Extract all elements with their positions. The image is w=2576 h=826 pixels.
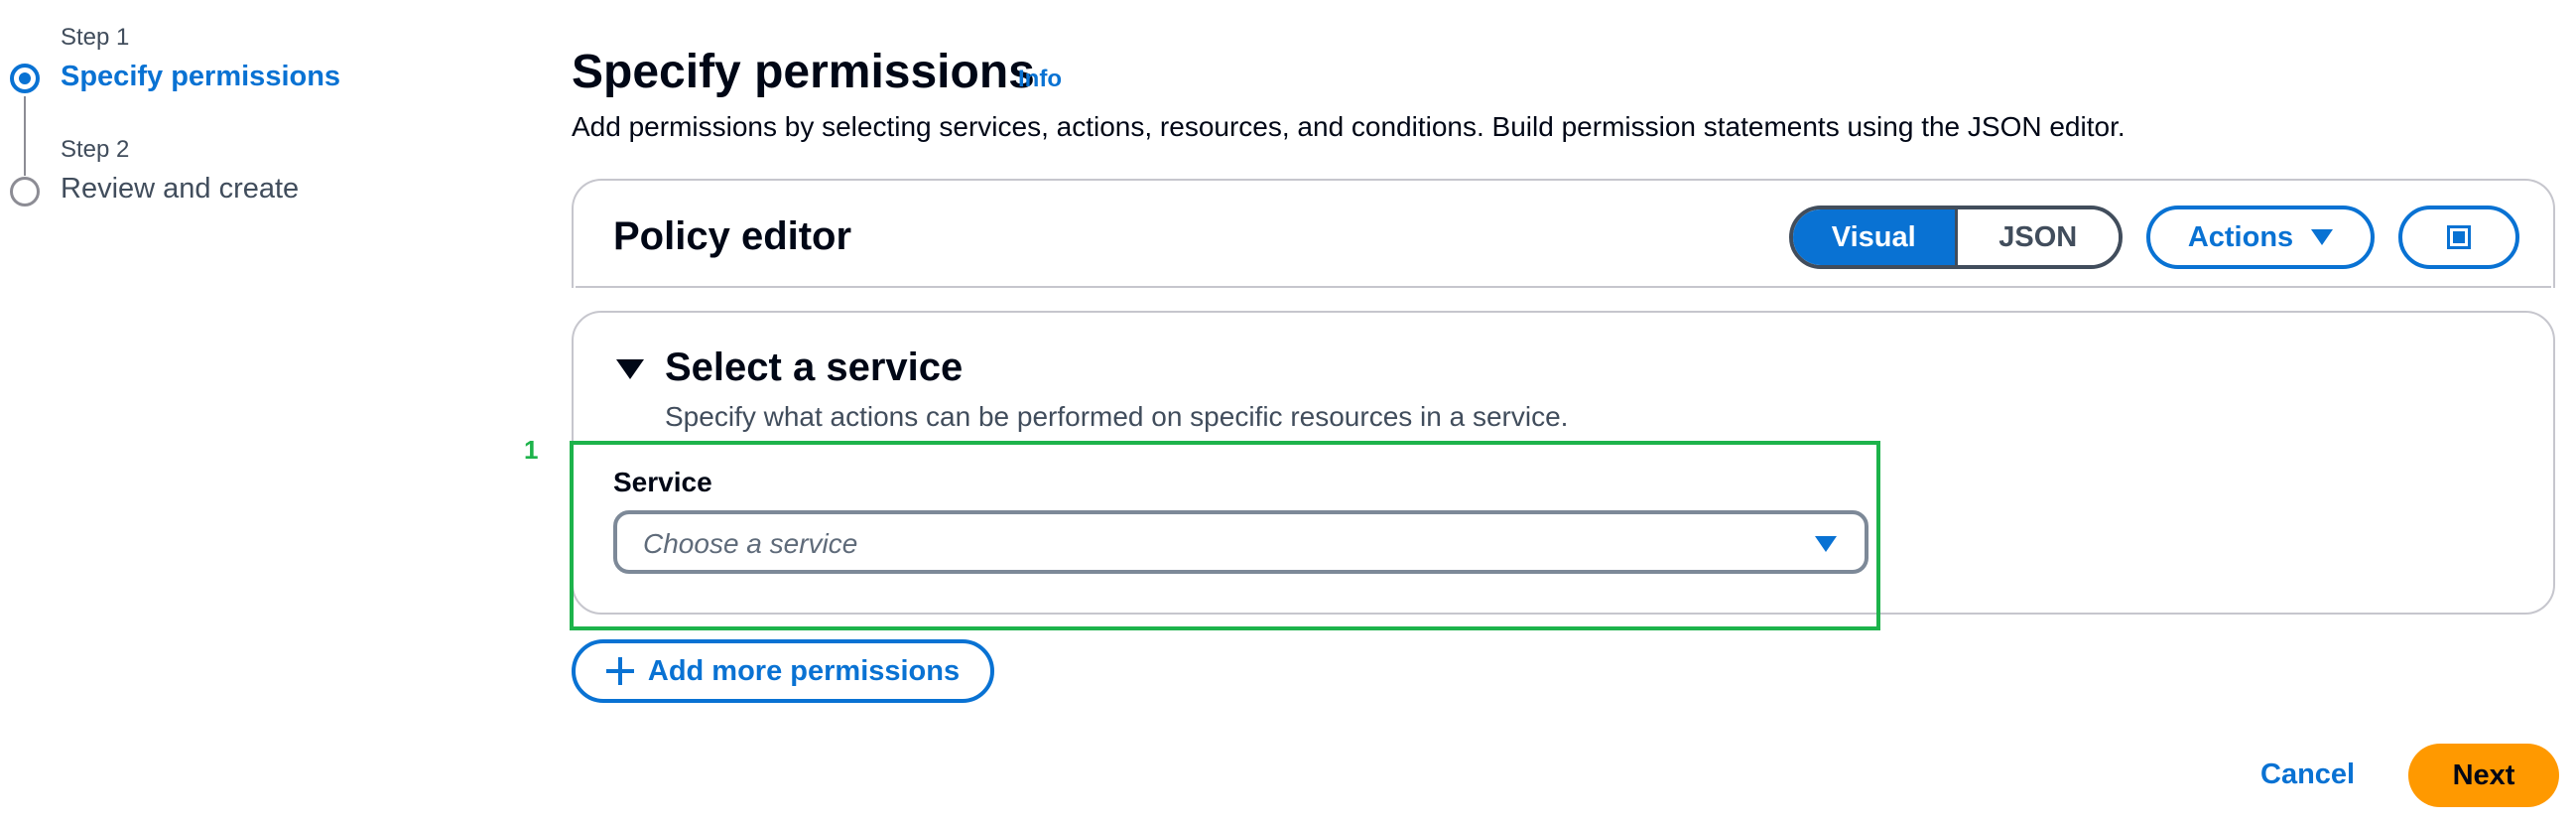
radio-selected-icon: [10, 64, 40, 93]
caret-down-icon: [2311, 229, 2334, 245]
caret-down-icon: [1815, 536, 1837, 552]
editor-divider: [576, 286, 2551, 288]
info-link[interactable]: Info: [1018, 66, 1062, 93]
service-field-label: Service: [613, 467, 712, 497]
select-service-heading[interactable]: Select a service: [665, 345, 963, 390]
step-2-number: Step 2: [61, 136, 130, 163]
page-description: Add permissions by selecting services, a…: [572, 111, 2125, 142]
service-select[interactable]: Choose a service: [613, 510, 1868, 574]
step-1-link[interactable]: Specify permissions: [61, 61, 340, 93]
step-2-label: Review and create: [61, 173, 300, 205]
json-mode-button[interactable]: JSON: [1954, 209, 2119, 265]
caret-down-filled-icon[interactable]: [616, 359, 644, 379]
visual-mode-button[interactable]: Visual: [1793, 209, 1955, 265]
editor-mode-toggle: Visual JSON: [1789, 206, 2123, 269]
add-more-permissions-label: Add more permissions: [647, 654, 961, 687]
policy-editor-title: Policy editor: [613, 214, 852, 258]
next-button[interactable]: Next: [2408, 744, 2559, 807]
highlight-number: 1: [524, 435, 539, 465]
step-connector: [24, 96, 26, 176]
fullscreen-icon: [2447, 225, 2471, 249]
radio-empty-icon: [10, 177, 40, 206]
actions-label: Actions: [2187, 220, 2294, 253]
select-service-description: Specify what actions can be performed on…: [665, 401, 1569, 432]
step-1-number: Step 1: [61, 24, 130, 51]
wizard-steps: Step 1 Specify permissions Step 2 Review…: [0, 0, 516, 228]
plus-icon: [605, 657, 634, 685]
cancel-button[interactable]: Cancel: [2260, 758, 2355, 791]
fullscreen-button[interactable]: [2398, 206, 2519, 269]
service-select-placeholder: Choose a service: [643, 528, 858, 559]
actions-dropdown-button[interactable]: Actions: [2146, 206, 2375, 269]
page-title: Specify permissions: [572, 46, 1035, 98]
add-more-permissions-button[interactable]: Add more permissions: [572, 639, 994, 703]
